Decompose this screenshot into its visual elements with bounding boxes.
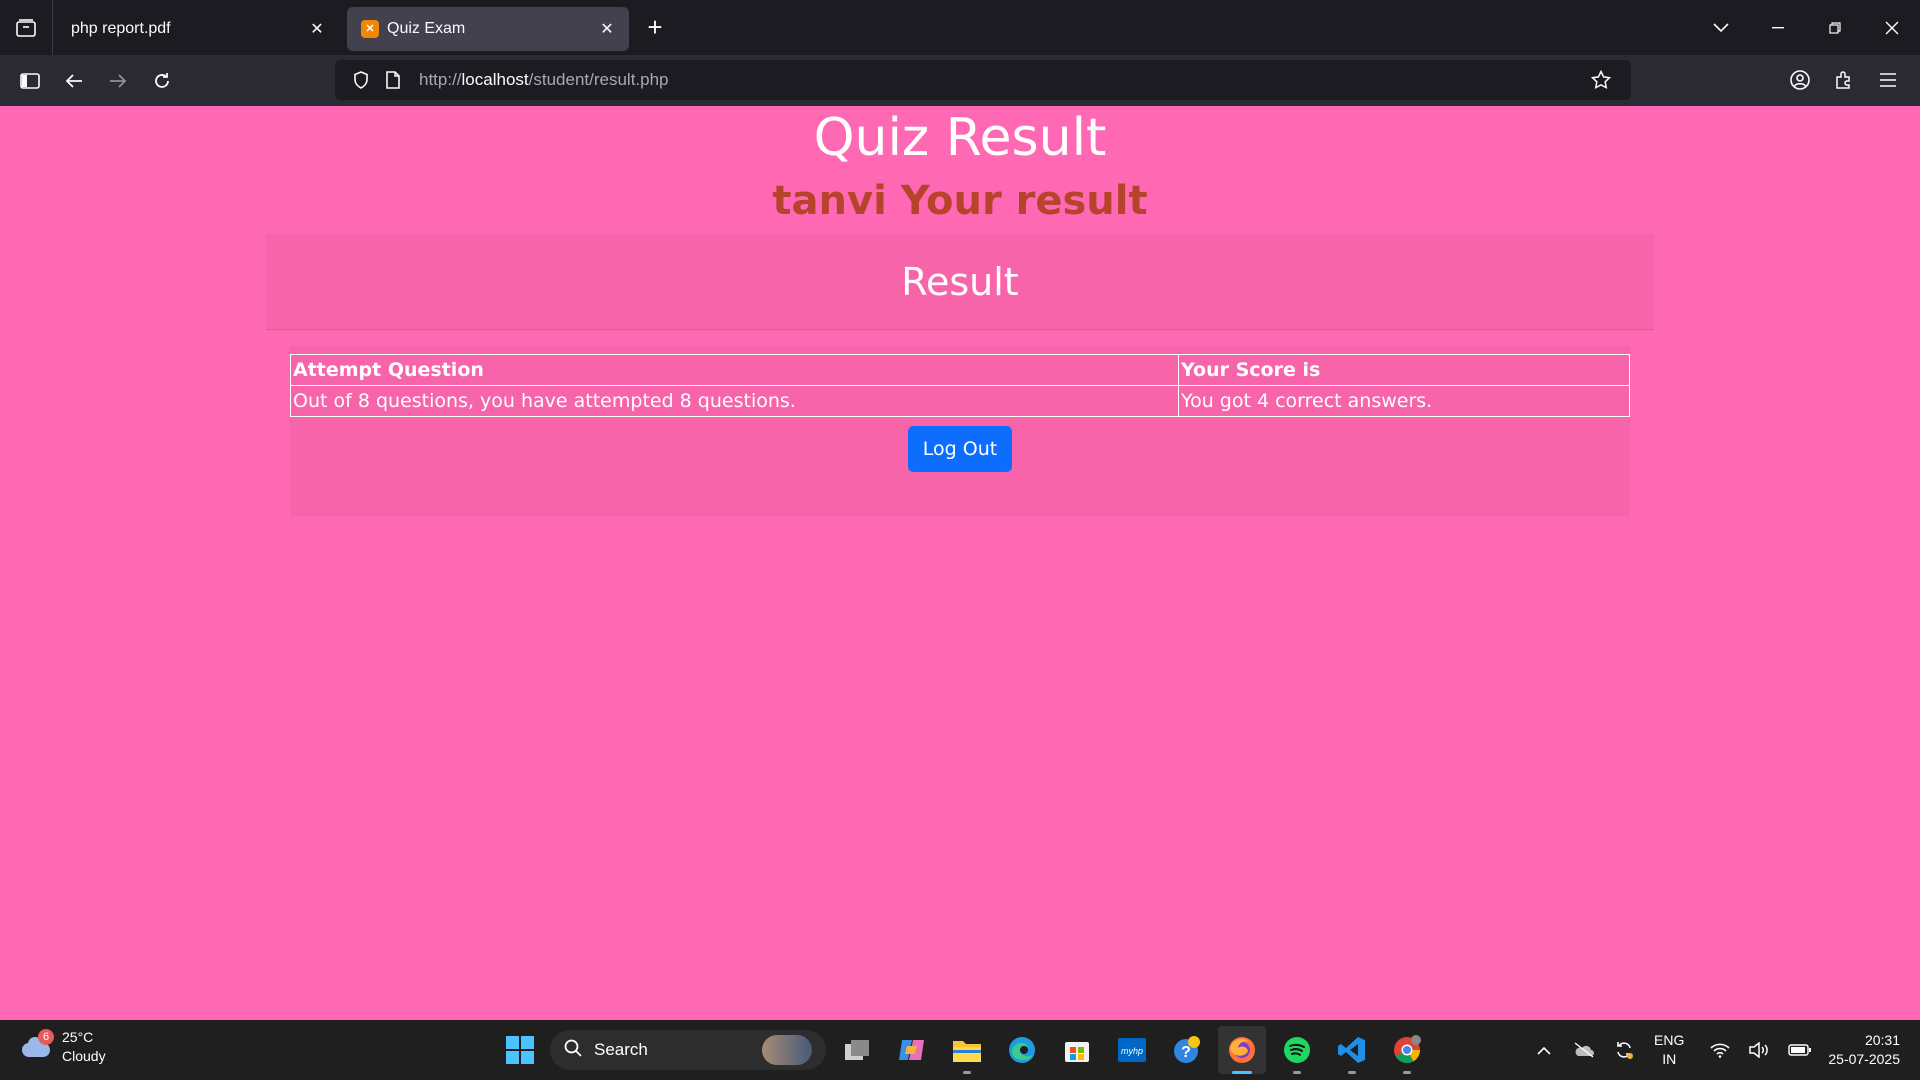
account-icon[interactable] (1778, 60, 1822, 100)
tab-title: Quiz Exam (387, 19, 466, 37)
restore-icon[interactable] (1806, 0, 1863, 55)
extensions-puzzle-icon[interactable] (1822, 60, 1866, 100)
battery-charging-icon[interactable] (1784, 1034, 1816, 1066)
minimize-icon[interactable] (1749, 0, 1806, 55)
show-hidden-icons-chevron-up-icon[interactable] (1528, 1034, 1560, 1066)
window-controls (1692, 0, 1920, 55)
taskbar-search[interactable]: Search (550, 1030, 826, 1070)
language-code: ENG (1654, 1032, 1685, 1048)
page-info-document-icon[interactable] (379, 66, 407, 94)
reload-icon[interactable] (140, 61, 184, 101)
browser-tab-bar: php report.pdf ✕ ✕ Quiz Exam ✕ + (0, 0, 1920, 55)
table-header-cell: Attempt Question (290, 354, 1179, 386)
get-help-icon[interactable]: ? (1163, 1026, 1211, 1074)
svg-text:?: ? (1181, 1044, 1191, 1061)
taskbar-apps: Search myhp ? (496, 1026, 1431, 1074)
weather-widget[interactable]: 6 25°C Cloudy (20, 1028, 106, 1066)
close-window-icon[interactable] (1863, 0, 1920, 55)
browser-nav-bar: http://localhost/student/result.php (0, 55, 1920, 106)
search-icon (564, 1039, 582, 1062)
edge-icon[interactable] (998, 1026, 1046, 1074)
page-subtitle: tanvi Your result (772, 178, 1148, 224)
table-row: Out of 8 questions, you have attempted 8… (290, 385, 1630, 417)
result-card-body: Attempt Question Your Score is Out of 8 … (290, 346, 1630, 516)
page-title: Quiz Result (813, 108, 1107, 168)
myhp-icon[interactable]: myhp (1108, 1026, 1156, 1074)
url-scheme: http:// (419, 70, 462, 89)
result-table: Attempt Question Your Score is Out of 8 … (290, 354, 1630, 417)
xampp-favicon-icon: ✕ (361, 19, 379, 38)
toolbar-right (1778, 60, 1910, 100)
tracking-protection-shield-icon[interactable] (347, 66, 375, 94)
new-tab-plus-icon[interactable]: + (633, 6, 677, 50)
hamburger-menu-icon[interactable] (1866, 60, 1910, 100)
file-explorer-icon[interactable] (943, 1026, 991, 1074)
windows-taskbar: 6 25°C Cloudy Search myhp ? ENG IN 20:31… (0, 1020, 1920, 1080)
vscode-icon[interactable] (1328, 1026, 1376, 1074)
notification-badge: 6 (38, 1029, 54, 1045)
tab-separator (52, 0, 53, 55)
weather-temp: 25°C (62, 1029, 94, 1045)
url-path: /student/result.php (528, 70, 669, 89)
forward-arrow-icon[interactable] (96, 61, 140, 101)
tab-quiz-exam[interactable]: ✕ Quiz Exam ✕ (347, 6, 629, 51)
result-card-header: Result (266, 234, 1654, 330)
system-clock[interactable]: 20:31 25-07-2025 (1828, 1031, 1900, 1069)
firefox-icon[interactable] (1218, 1026, 1266, 1074)
copilot-icon[interactable] (888, 1026, 936, 1074)
table-header-cell: Your Score is (1178, 354, 1630, 386)
clock-date: 25-07-2025 (1828, 1051, 1900, 1067)
input-language[interactable]: ENG IN (1654, 1031, 1684, 1069)
spotify-icon[interactable] (1273, 1026, 1321, 1074)
table-header-row: Attempt Question Your Score is (290, 354, 1630, 386)
start-windows-icon[interactable] (496, 1026, 544, 1074)
list-all-tabs-chevron-down-icon[interactable] (1692, 0, 1749, 55)
close-icon[interactable]: ✕ (597, 19, 617, 39)
sidebar-toggle-icon[interactable] (8, 61, 52, 101)
onedrive-offline-icon[interactable] (1568, 1034, 1600, 1066)
back-arrow-icon[interactable] (52, 61, 96, 101)
microsoft-store-icon[interactable] (1053, 1026, 1101, 1074)
clock-time: 20:31 (1864, 1032, 1900, 1048)
bookmark-star-icon[interactable] (1587, 66, 1615, 94)
table-cell: Out of 8 questions, you have attempted 8… (290, 385, 1179, 417)
tab-php-report[interactable]: php report.pdf ✕ (57, 7, 339, 51)
region-code: IN (1662, 1051, 1677, 1067)
system-tray: ENG IN 20:31 25-07-2025 (1520, 1026, 1900, 1074)
wifi-icon[interactable] (1704, 1034, 1736, 1066)
close-icon[interactable]: ✕ (307, 19, 327, 39)
cloud-weather-icon: 6 (20, 1029, 54, 1059)
chrome-icon[interactable] (1383, 1026, 1431, 1074)
volume-icon[interactable] (1744, 1034, 1776, 1066)
tab-overview-icon[interactable] (0, 0, 52, 55)
search-label: Search (594, 1040, 648, 1059)
url-text[interactable]: http://localhost/student/result.php (419, 70, 1587, 90)
table-cell: You got 4 correct answers. (1178, 385, 1630, 417)
url-host: localhost (461, 70, 529, 89)
sync-icon[interactable] (1608, 1034, 1640, 1066)
task-view-icon[interactable] (833, 1026, 881, 1074)
web-page: Quiz Result tanvi Your result Result Att… (0, 106, 1920, 1020)
svg-text:myhp: myhp (1121, 1046, 1143, 1056)
tab-title: php report.pdf (71, 19, 171, 37)
logout-button[interactable]: Log Out (908, 426, 1012, 472)
weather-condition: Cloudy (62, 1048, 106, 1064)
address-bar[interactable]: http://localhost/student/result.php (335, 60, 1631, 100)
search-highlight-image (762, 1035, 812, 1065)
